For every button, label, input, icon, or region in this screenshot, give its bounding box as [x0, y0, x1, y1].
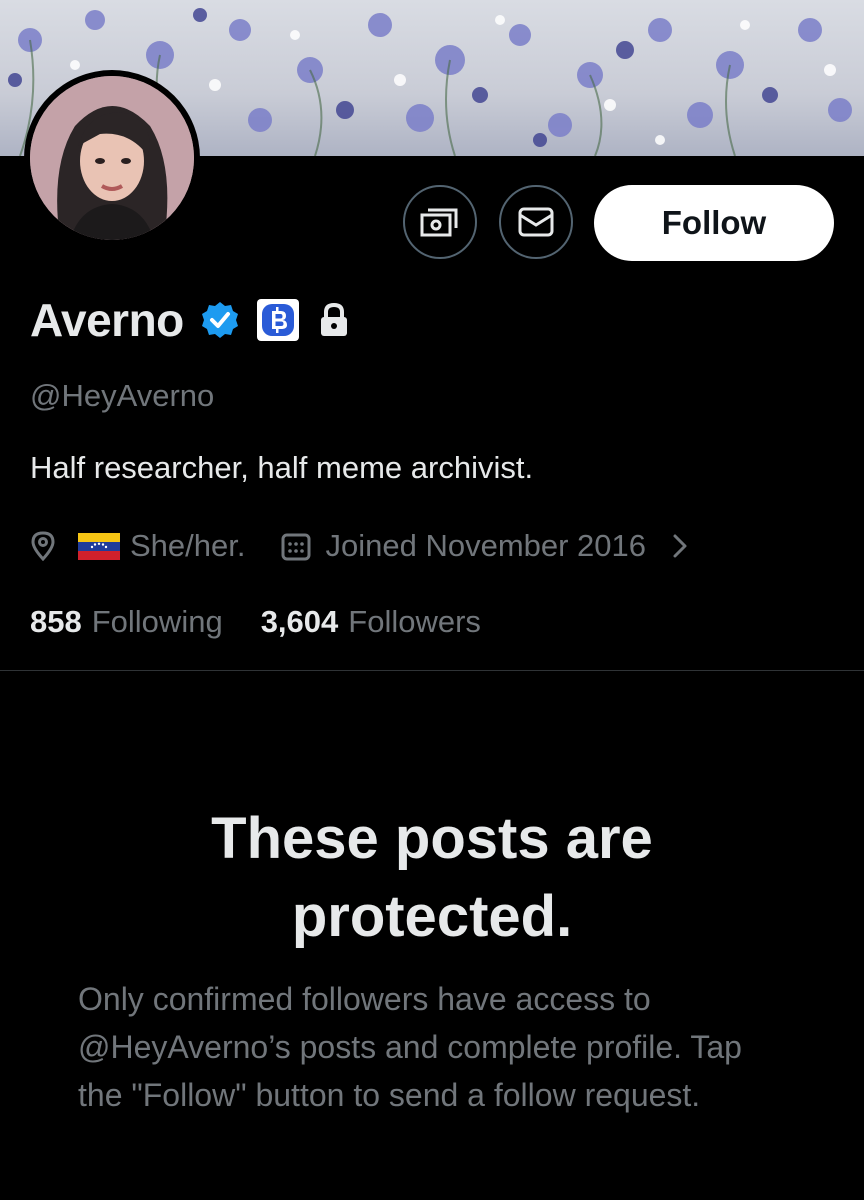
protected-posts-description: Only confirmed followers have access to … [78, 981, 742, 1113]
display-name-row: Averno [30, 290, 350, 350]
profile-handle: @HeyAverno [30, 378, 215, 413]
chevron-right-icon[interactable] [670, 533, 690, 559]
calendar-icon [281, 533, 311, 561]
pronouns: She/her. [130, 528, 246, 563]
follow-button[interactable]: Follow [594, 185, 834, 261]
display-name: Averno [30, 294, 184, 346]
verified-badge-icon[interactable] [200, 300, 240, 340]
lock-icon [320, 302, 347, 336]
venezuela-flag-icon [78, 533, 120, 560]
avatar[interactable] [30, 76, 194, 240]
protected-posts-title: These posts are protected. [211, 806, 653, 949]
tip-button[interactable] [403, 185, 477, 259]
location-pin-icon [31, 531, 55, 561]
money-icon [420, 208, 458, 237]
bitcoin-badge-icon[interactable] [256, 298, 300, 342]
following-count: 858 [30, 604, 82, 639]
followers-label: Followers [348, 604, 481, 639]
followers-count: 3,604 [260, 604, 339, 639]
follow-stats-row: 858 Following 3,604 Followers [30, 600, 481, 644]
followers-link[interactable]: 3,604 Followers [261, 604, 481, 640]
following-label: Following [91, 604, 223, 639]
envelope-icon [518, 207, 554, 237]
profile-bio: Half researcher, half meme archivist. [30, 450, 534, 485]
following-link[interactable]: 858 Following [30, 604, 223, 640]
section-divider [0, 670, 864, 671]
joined-date: Joined November 2016 [325, 528, 647, 563]
avatar-portrait [30, 76, 194, 240]
message-button[interactable] [499, 185, 573, 259]
profile-meta-row: She/her. Joined November 2016 [30, 524, 690, 568]
